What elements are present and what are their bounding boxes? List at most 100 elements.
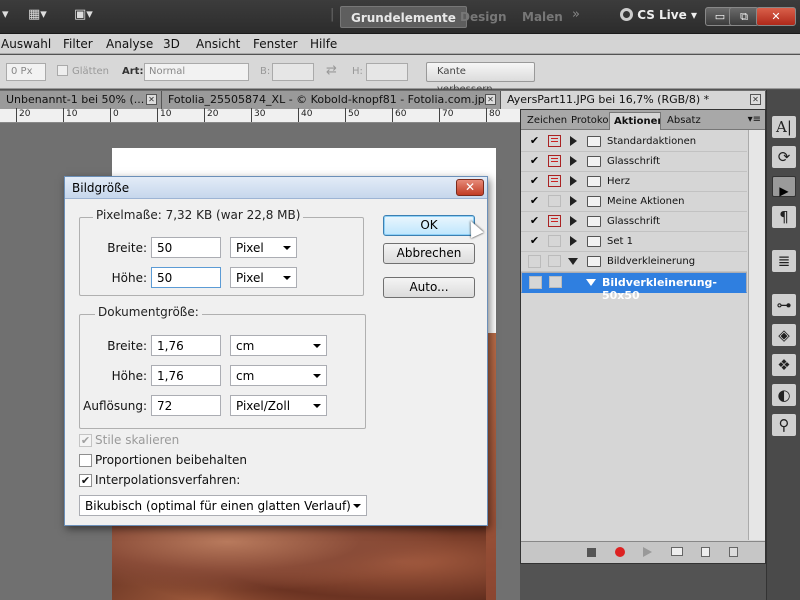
list-item[interactable]: ✔ Glasschrift bbox=[521, 152, 747, 172]
doc-height-unit-select[interactable]: cm bbox=[230, 365, 327, 386]
list-item[interactable]: ✔ Herz bbox=[521, 172, 747, 192]
doc-width-unit-select[interactable]: cm bbox=[230, 335, 327, 356]
scale-styles-checkbox[interactable]: ✔ bbox=[79, 434, 92, 447]
pixel-width-input[interactable]: 50 bbox=[151, 237, 221, 258]
refine-edge-button[interactable]: Kante verbessern... bbox=[426, 62, 535, 95]
doc-height-input[interactable]: 1,76 bbox=[151, 365, 221, 386]
menu-filter[interactable]: Filter bbox=[63, 37, 93, 51]
history-panel-icon[interactable]: ⟳ bbox=[772, 146, 796, 168]
constrain-proportions-checkbox[interactable] bbox=[79, 454, 92, 467]
smooth-checkbox[interactable] bbox=[57, 65, 68, 76]
dialog-toggle-icon[interactable] bbox=[548, 155, 561, 167]
check-icon[interactable] bbox=[528, 255, 541, 268]
ok-button[interactable]: OK bbox=[383, 215, 475, 236]
layers-panel-icon[interactable]: ◈ bbox=[772, 324, 796, 346]
check-icon[interactable]: ✔ bbox=[528, 175, 541, 188]
collapse-triangle-icon[interactable] bbox=[586, 279, 596, 286]
tab-protokoll[interactable]: Protokoll bbox=[567, 112, 609, 130]
art-select[interactable]: Normal bbox=[144, 63, 249, 81]
adjustments-panel-icon[interactable]: ⊶ bbox=[772, 294, 796, 316]
dialog-toggle-icon[interactable] bbox=[548, 195, 561, 207]
tab-absatz[interactable]: Absatz bbox=[663, 112, 705, 130]
arrange-documents-icon[interactable]: ▦▾ bbox=[28, 7, 47, 27]
cs-live-menu[interactable]: CS Live ▾ bbox=[620, 8, 697, 22]
new-action-icon[interactable] bbox=[701, 547, 710, 557]
pixel-height-unit-select[interactable]: Pixel bbox=[230, 267, 297, 288]
dialog-toggle-icon[interactable] bbox=[548, 175, 561, 187]
list-item[interactable]: Bildverkleinerung-50x50 bbox=[521, 272, 747, 302]
tab-fotolia[interactable]: Fotolia_25505874_XL - © Kobold-knopf81 -… bbox=[162, 91, 501, 109]
close-tab-icon[interactable]: ✕ bbox=[146, 94, 157, 105]
collapse-triangle-icon[interactable] bbox=[568, 258, 578, 265]
character-panel-icon[interactable]: A| bbox=[772, 116, 796, 138]
dialog-toggle-icon[interactable] bbox=[548, 235, 561, 247]
auto-button[interactable]: Auto... bbox=[383, 277, 475, 298]
stop-icon[interactable] bbox=[587, 548, 596, 557]
workspace-malen[interactable]: Malen bbox=[512, 6, 573, 28]
trash-icon[interactable] bbox=[729, 547, 738, 557]
list-item[interactable]: ✔ Meine Aktionen bbox=[521, 192, 747, 212]
list-item[interactable]: ✔ Set 1 bbox=[521, 232, 747, 252]
interpolation-select[interactable]: Bikubisch (optimal für einen glatten Ver… bbox=[79, 495, 367, 516]
expand-triangle-icon[interactable] bbox=[570, 136, 577, 146]
tab-ayerspart11[interactable]: AyersPart11.JPG bei 16,7% (RGB/8) * ✕ bbox=[501, 91, 766, 109]
masks-panel-icon[interactable]: ◐ bbox=[772, 384, 796, 406]
dialog-toggle-icon[interactable] bbox=[548, 255, 561, 267]
menu-fenster[interactable]: Fenster bbox=[253, 37, 298, 51]
check-icon[interactable]: ✔ bbox=[528, 195, 541, 208]
resample-image-checkbox[interactable]: ✔ bbox=[79, 474, 92, 487]
check-icon[interactable]: ✔ bbox=[528, 235, 541, 248]
expand-triangle-icon[interactable] bbox=[570, 196, 577, 206]
menu-3d[interactable]: 3D bbox=[163, 37, 180, 51]
notes-panel-icon[interactable]: ≣ bbox=[772, 250, 796, 272]
panel-menu-icon[interactable]: ▾≡ bbox=[748, 114, 761, 125]
swap-icon[interactable]: ⇄ bbox=[326, 63, 337, 78]
expand-triangle-icon[interactable] bbox=[570, 216, 577, 226]
height-field[interactable] bbox=[366, 63, 408, 81]
cancel-button[interactable]: Abbrechen bbox=[383, 243, 475, 264]
check-icon[interactable] bbox=[529, 276, 542, 289]
expand-triangle-icon[interactable] bbox=[570, 236, 577, 246]
dialog-toggle-icon[interactable] bbox=[548, 135, 561, 147]
dropdown-arrow-icon[interactable]: ▾ bbox=[2, 7, 9, 27]
dialog-titlebar[interactable]: Bildgröße ✕ bbox=[65, 177, 487, 199]
dialog-toggle-icon[interactable] bbox=[548, 215, 561, 227]
paragraph-panel-icon[interactable]: ¶ bbox=[772, 206, 796, 228]
actions-panel-icon[interactable]: ▶ bbox=[772, 176, 796, 198]
close-window-button[interactable]: ✕ bbox=[756, 7, 796, 26]
record-icon[interactable] bbox=[615, 547, 625, 557]
workspace-design[interactable]: Design bbox=[450, 6, 517, 28]
expand-triangle-icon[interactable] bbox=[570, 176, 577, 186]
close-tab-icon[interactable]: ✕ bbox=[750, 94, 761, 105]
list-item[interactable]: ✔ Standardaktionen bbox=[521, 132, 747, 152]
screen-mode-icon[interactable]: ▣▾ bbox=[74, 7, 93, 27]
menu-hilfe[interactable]: Hilfe bbox=[310, 37, 337, 51]
clone-source-panel-icon[interactable]: ⚲ bbox=[772, 414, 796, 436]
workspace-grundelemente[interactable]: Grundelemente bbox=[340, 6, 467, 28]
expand-triangle-icon[interactable] bbox=[570, 156, 577, 166]
tab-unbenannt[interactable]: Unbenannt-1 bei 50% (... ✕ bbox=[0, 91, 162, 109]
new-set-icon[interactable] bbox=[671, 547, 683, 556]
resolution-input[interactable]: 72 bbox=[151, 395, 221, 416]
check-icon[interactable]: ✔ bbox=[528, 135, 541, 148]
doc-width-input[interactable]: 1,76 bbox=[151, 335, 221, 356]
list-item[interactable]: ✔ Glasschrift bbox=[521, 212, 747, 232]
check-icon[interactable]: ✔ bbox=[528, 215, 541, 228]
check-icon[interactable]: ✔ bbox=[528, 155, 541, 168]
resolution-unit-select[interactable]: Pixel/Zoll bbox=[230, 395, 327, 416]
workspace-menu-icon[interactable]: » bbox=[572, 7, 580, 27]
pixel-width-unit-select[interactable]: Pixel bbox=[230, 237, 297, 258]
tab-zeichen[interactable]: Zeichen bbox=[523, 112, 567, 130]
play-icon[interactable] bbox=[643, 547, 652, 557]
menu-analyse[interactable]: Analyse bbox=[106, 37, 153, 51]
panel-scrollbar[interactable] bbox=[748, 130, 765, 540]
list-item[interactable]: Bildverkleinerung bbox=[521, 252, 747, 272]
pixel-height-input[interactable]: 50 bbox=[151, 267, 221, 288]
width-field[interactable] bbox=[272, 63, 314, 81]
channels-panel-icon[interactable]: ❖ bbox=[772, 354, 796, 376]
close-dialog-button[interactable]: ✕ bbox=[456, 179, 484, 196]
restore-button[interactable]: ⧉ bbox=[729, 7, 759, 26]
dialog-toggle-icon[interactable] bbox=[549, 276, 562, 288]
menu-ansicht[interactable]: Ansicht bbox=[196, 37, 240, 51]
tab-aktionen[interactable]: Aktionen bbox=[609, 112, 661, 130]
